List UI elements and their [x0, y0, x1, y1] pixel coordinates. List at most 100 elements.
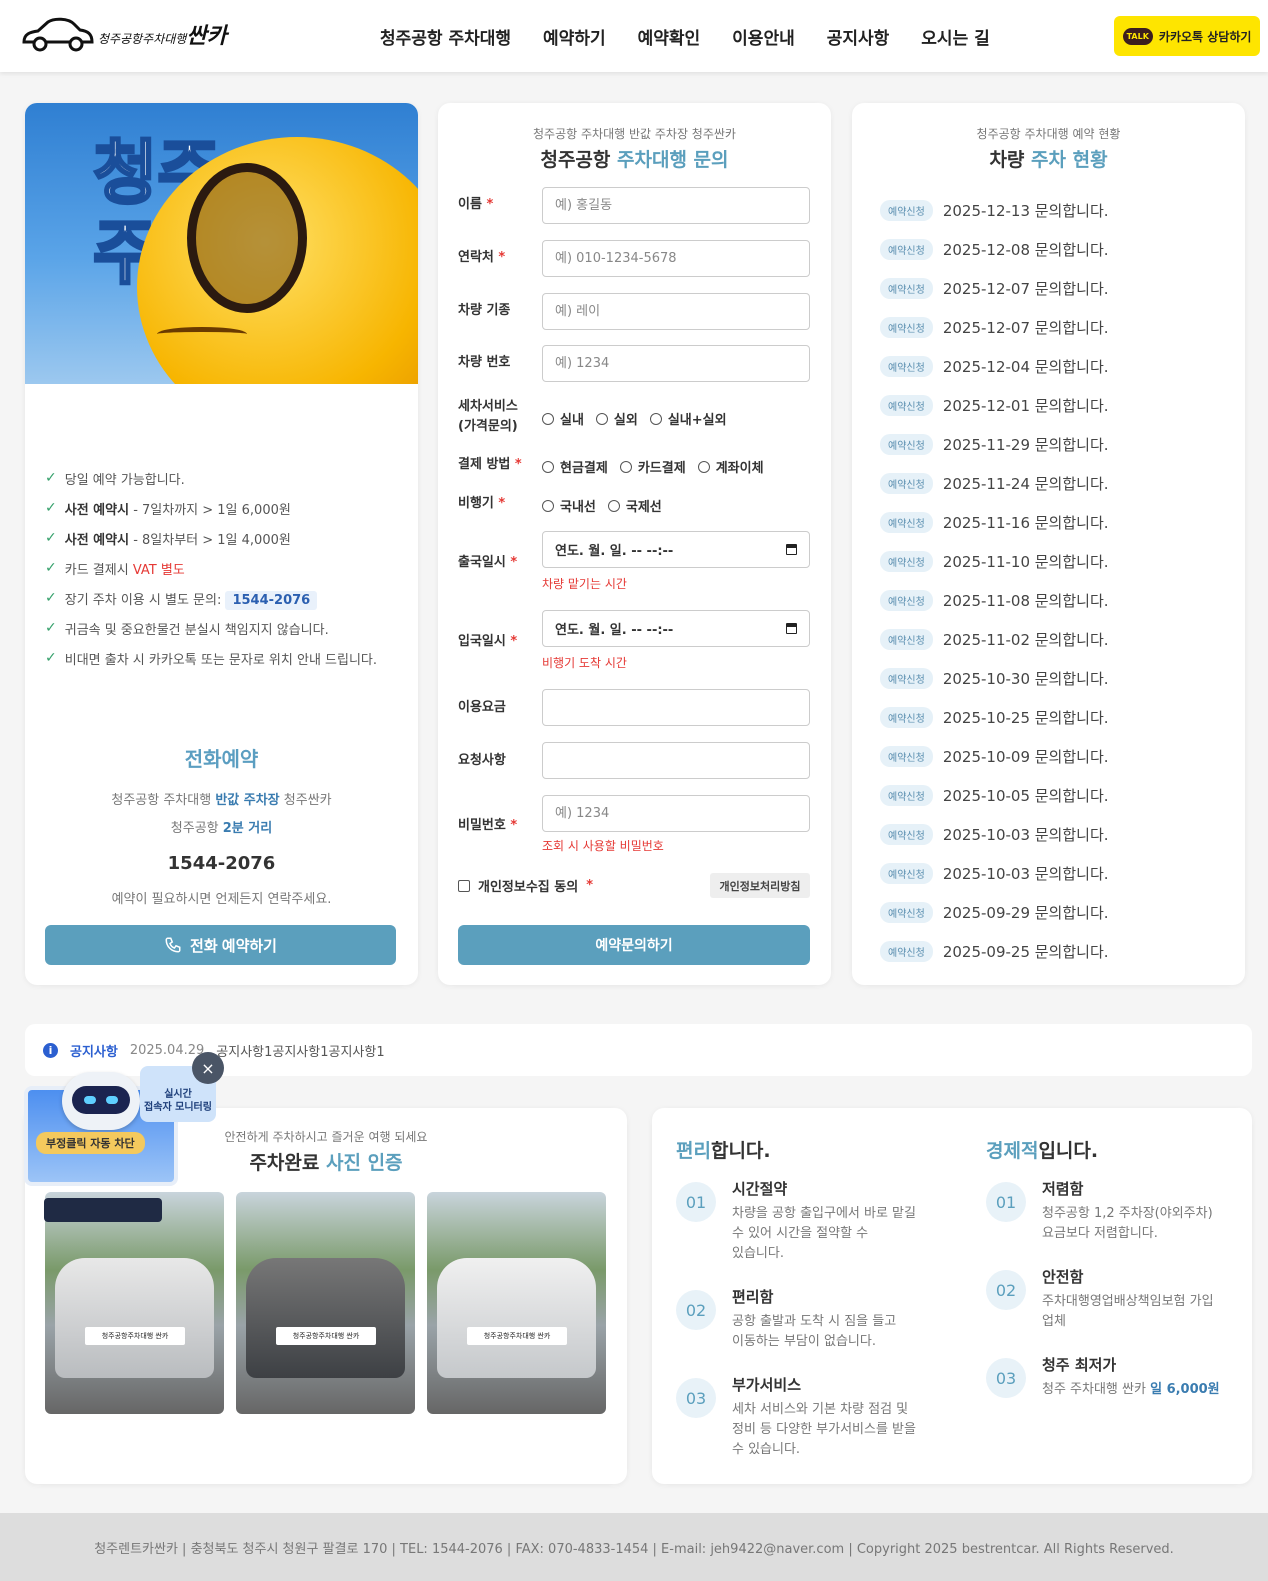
- click-monitor-widget[interactable]: 실시간 접속자 모니터링 × 부정클릭 자동 차단: [20, 1052, 224, 1240]
- arrival-datetime-input[interactable]: 연도. 월. 일. -- --:--: [542, 610, 810, 647]
- status-item[interactable]: 예약신청 2025-12-08 문의합니다.: [880, 230, 1109, 269]
- status-text: 2025-09-25 문의합니다.: [942, 943, 1109, 961]
- calendar-icon[interactable]: [786, 623, 797, 634]
- benefit-heading: 편리함: [732, 1288, 774, 1306]
- flight-radio-domestic[interactable]: 국내선: [542, 496, 596, 515]
- status-item[interactable]: 예약신청 2025-11-29 문의합니다.: [880, 425, 1109, 464]
- benefit-heading: 저렴함: [1042, 1180, 1084, 1198]
- parked-car-photo-2[interactable]: 청주공항주차대행 싼카: [236, 1192, 415, 1414]
- keyboard-graphic: [44, 1198, 162, 1222]
- status-item[interactable]: 예약신청 2025-10-05 문의합니다.: [880, 776, 1109, 815]
- info-card: 청주 주 ✓ 당일 예약 가능합니다. ✓ 사전 예약시 - 7일차까지 > 1일 6…: [25, 103, 418, 985]
- pay-radio-card[interactable]: 카드결제: [619, 457, 686, 476]
- feature-list: ✓ 당일 예약 가능합니다. ✓ 사전 예약시 - 7일차까지 > 1일 6,000…: [45, 463, 377, 673]
- phone-reserve-line2: 청주공항 2분 거리: [170, 821, 273, 836]
- status-badge: 예약신청: [880, 512, 933, 533]
- wash-radio-indoor[interactable]: 실내: [542, 409, 584, 428]
- feature-item: ✓ 사전 예약시 - 7일차까지 > 1일 6,000원: [45, 500, 291, 518]
- status-badge: 예약신청: [880, 551, 933, 572]
- benefit-desc: 차량을 공항 출입구에서 바로 맡길 수 있어 시간을 절약할 수 있습니다.: [732, 1206, 916, 1261]
- status-subtitle: 청주공항 주차대행 예약 현황: [976, 127, 1121, 141]
- pay-radio-cash[interactable]: 현금결제: [542, 457, 608, 476]
- flight-radio-international[interactable]: 국제선: [607, 496, 662, 515]
- status-item[interactable]: 예약신청 2025-12-01 문의합니다.: [880, 386, 1109, 425]
- phone-reserve-line1: 청주공항 주차대행 반값 주차장 청주싼카: [111, 793, 332, 808]
- nav-notice[interactable]: 공지사항: [827, 24, 890, 49]
- status-item[interactable]: 예약신청 2025-11-24 문의합니다.: [880, 464, 1109, 503]
- departure-label: 출국일시 *: [458, 555, 518, 570]
- status-item[interactable]: 예약신청 2025-10-30 문의합니다.: [880, 659, 1109, 698]
- status-item[interactable]: 예약신청 2025-11-08 문의합니다.: [880, 581, 1109, 620]
- password-input[interactable]: [542, 795, 810, 832]
- auto-block-tag: 부정클릭 자동 차단: [36, 1132, 145, 1154]
- notice-text[interactable]: 공지사항1공지사항1공지사항1: [216, 1041, 384, 1060]
- close-widget-button[interactable]: ×: [192, 1052, 224, 1084]
- status-item[interactable]: 예약신청 2025-11-02 문의합니다.: [880, 620, 1109, 659]
- robot-icon: [62, 1072, 140, 1130]
- status-item[interactable]: 예약신청 2025-10-03 문의합니다.: [880, 815, 1109, 854]
- wash-service-label: 세차서비스 (가격문의): [458, 399, 518, 434]
- car-model-input[interactable]: [542, 293, 810, 330]
- nav-airport-valet[interactable]: 청주공항 주차대행: [380, 24, 511, 49]
- nav-guide[interactable]: 이용안내: [732, 24, 795, 49]
- wash-radio-both[interactable]: 실내+실외: [649, 409, 727, 428]
- status-item[interactable]: 예약신청 2025-10-09 문의합니다.: [880, 737, 1109, 776]
- status-text: 2025-09-29 문의합니다.: [942, 904, 1109, 922]
- site-footer: 청주렌트카싼카 | 충청북도 청주시 청원구 팔결로 170 | TEL: 15…: [0, 1513, 1268, 1581]
- departure-datetime-input[interactable]: 연도. 월. 일. -- --:--: [542, 531, 810, 568]
- wash-radio-outdoor[interactable]: 실외: [595, 409, 638, 428]
- phone-label: 연락처 *: [458, 250, 506, 265]
- request-input[interactable]: [542, 742, 810, 779]
- status-item[interactable]: 예약신청 2025-12-04 문의합니다.: [880, 347, 1109, 386]
- phone-input[interactable]: [542, 240, 810, 277]
- fee-input[interactable]: [542, 689, 810, 726]
- benefit-desc: 청주 주차대행 싼카 일 6,000원: [1042, 1382, 1220, 1397]
- nav-check-reservation[interactable]: 예약확인: [638, 24, 701, 49]
- status-item[interactable]: 예약신청 2025-10-25 문의합니다.: [880, 698, 1109, 737]
- request-label: 요청사항: [458, 753, 506, 768]
- status-text: 2025-12-04 문의합니다.: [942, 358, 1109, 376]
- status-text: 2025-12-13 문의합니다.: [942, 202, 1109, 220]
- password-hint: 조회 시 사용할 비밀번호: [542, 839, 664, 853]
- status-item[interactable]: 예약신청 2025-09-25 문의합니다.: [880, 932, 1109, 971]
- feature-item: ✓ 당일 예약 가능합니다.: [45, 470, 185, 488]
- kakao-consult-button[interactable]: TALK 카카오톡 상담하기: [1114, 16, 1260, 56]
- phone-number: 1544-2076: [167, 853, 276, 874]
- parked-car-photo-3[interactable]: 청주공항주차대행 싼카: [427, 1192, 606, 1414]
- status-badge: 예약신청: [880, 356, 933, 377]
- privacy-agree[interactable]: 개인정보수집 동의 *: [458, 876, 593, 895]
- calendar-icon[interactable]: [786, 544, 797, 555]
- feature-item: ✓ 사전 예약시 - 8일차부터 > 1일 4,000원: [45, 530, 291, 548]
- car-model-label: 차량 기종: [458, 303, 511, 318]
- wash-service-options: 실내 실외 실내+실외: [542, 409, 727, 428]
- status-badge: 예약신청: [880, 590, 933, 611]
- status-text: 2025-12-07 문의합니다.: [942, 319, 1109, 337]
- plate-logo: 청주공항주차대행 싼카: [276, 1327, 376, 1345]
- notice-label: 공지사항: [70, 1044, 118, 1060]
- pay-radio-transfer[interactable]: 계좌이체: [697, 457, 764, 476]
- status-item[interactable]: 예약신청 2025-12-07 문의합니다.: [880, 308, 1109, 347]
- privacy-policy-button[interactable]: 개인정보처리방침: [710, 873, 810, 898]
- form-subtitle: 청주공항 주차대행 반값 주차장 청주싼카: [533, 127, 736, 141]
- logo-text: 청주공항주차대행싼카: [98, 23, 227, 49]
- status-item[interactable]: 예약신청 2025-12-07 문의합니다.: [880, 269, 1109, 308]
- nav-reserve[interactable]: 예약하기: [543, 24, 606, 49]
- emoji-mouth: [157, 327, 247, 341]
- status-badge: 예약신청: [880, 473, 933, 494]
- feature-item: ✓ 장기 주차 이용 시 별도 문의: 1544-2076: [45, 583, 377, 613]
- privacy-checkbox[interactable]: [458, 879, 470, 892]
- site-logo[interactable]: 청주공항주차대행싼카: [20, 14, 227, 54]
- name-input[interactable]: [542, 187, 810, 224]
- status-item[interactable]: 예약신청 2025-12-13 문의합니다.: [880, 191, 1109, 230]
- status-item[interactable]: 예약신청 2025-09-29 문의합니다.: [880, 893, 1109, 932]
- check-icon: ✓: [45, 590, 57, 606]
- status-item[interactable]: 예약신청 2025-11-10 문의합니다.: [880, 542, 1109, 581]
- status-item[interactable]: 예약신청 2025-11-16 문의합니다.: [880, 503, 1109, 542]
- status-item[interactable]: 예약신청 2025-10-03 문의합니다.: [880, 854, 1109, 893]
- departure-hint: 차량 맡기는 시간: [542, 577, 627, 591]
- nav-directions[interactable]: 오시는 길: [921, 24, 989, 49]
- benefit-heading: 청주 최저가: [1042, 1356, 1117, 1374]
- phone-reserve-button[interactable]: 전화 예약하기: [45, 925, 396, 965]
- car-number-input[interactable]: [542, 345, 810, 382]
- submit-inquiry-button[interactable]: 예약문의하기: [458, 925, 810, 965]
